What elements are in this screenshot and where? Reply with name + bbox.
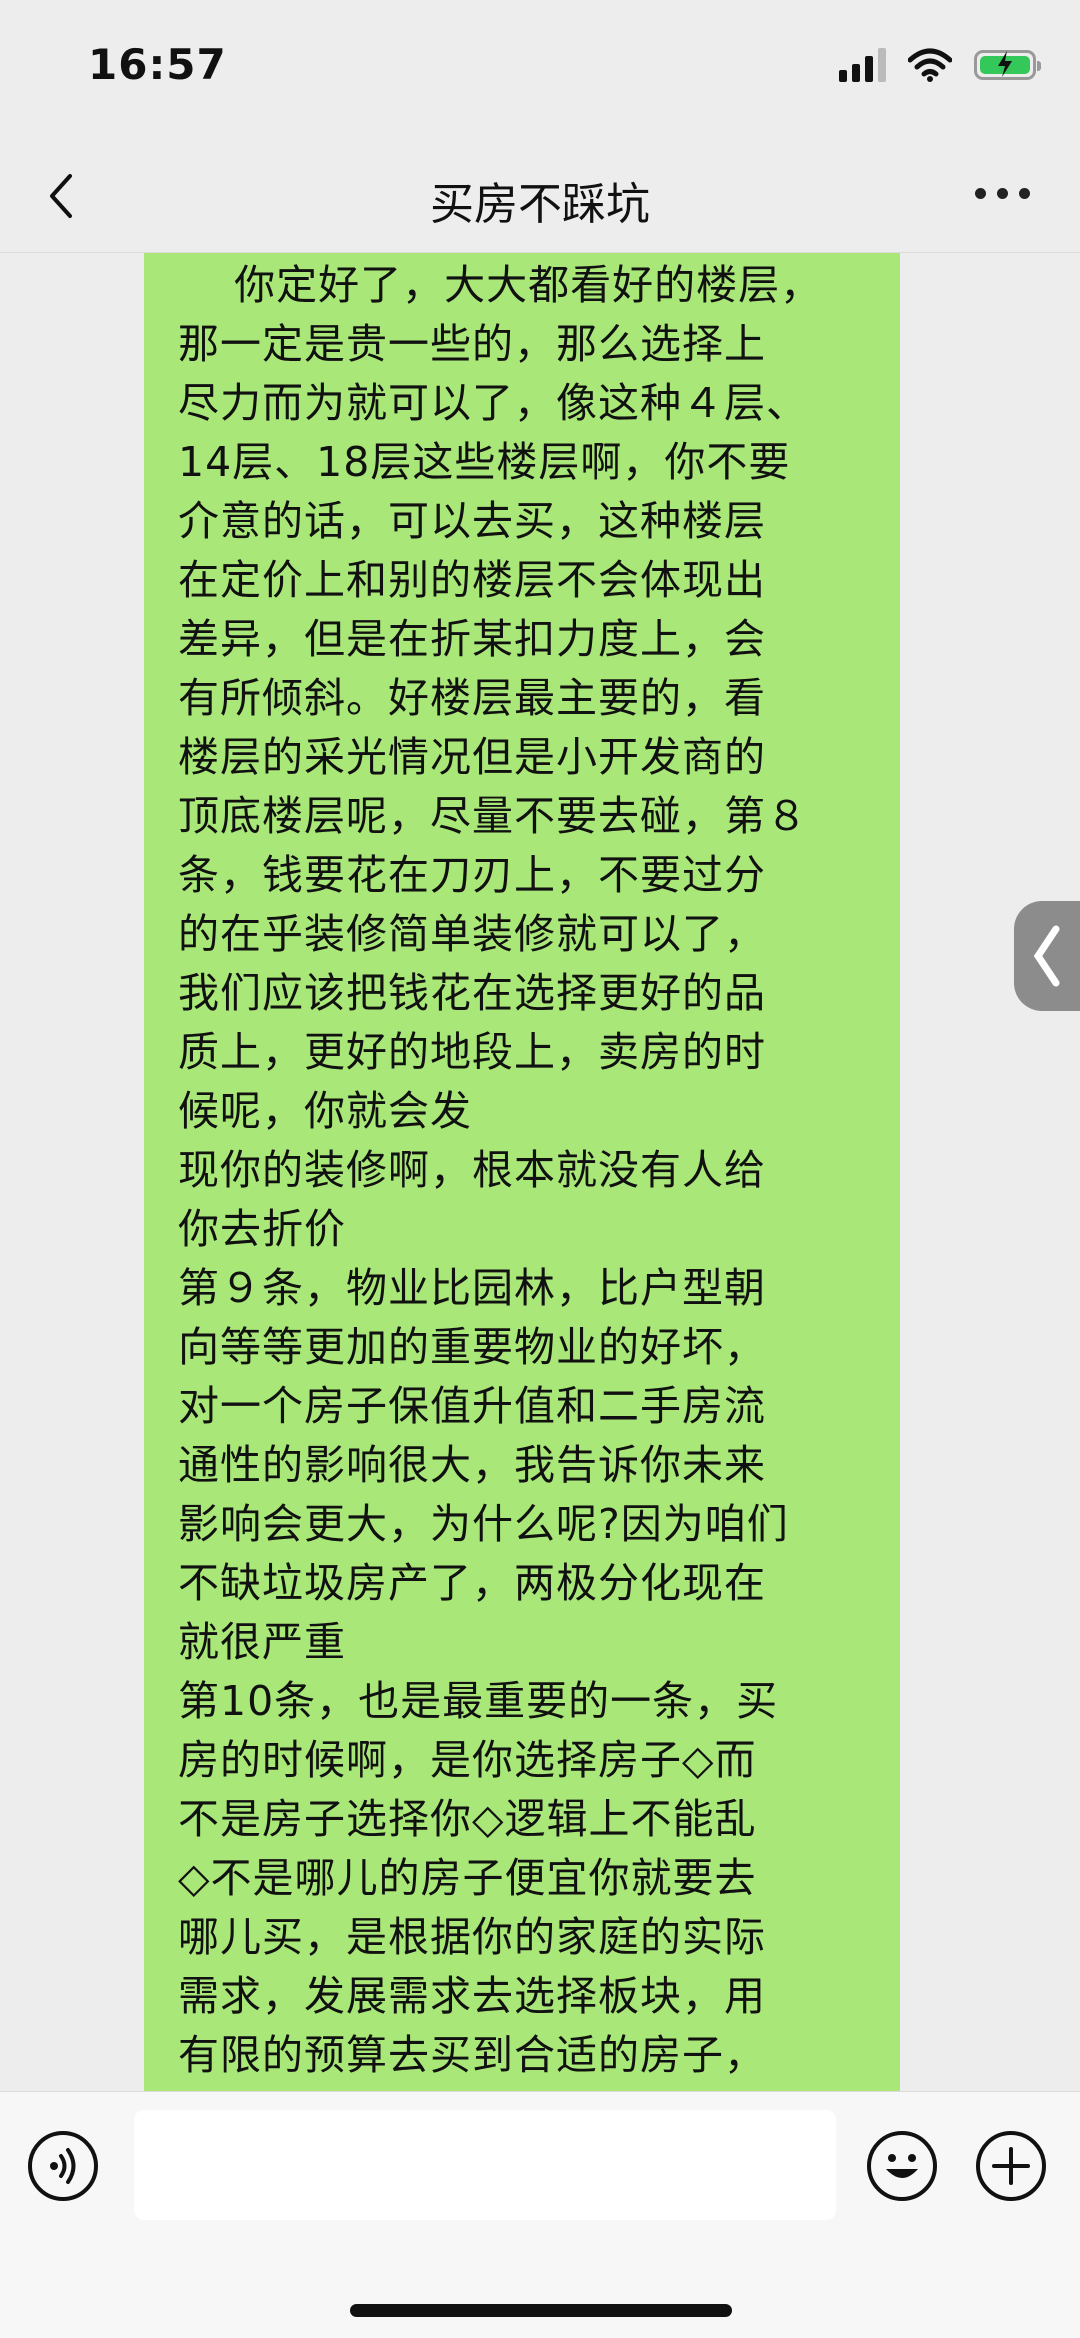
chat-area[interactable]: 你定好了，大大都看好的楼层， 那一定是贵一些的，那么选择上 尽力而为就可以了，像…: [0, 253, 1080, 2091]
more-dots-icon[interactable]: [975, 188, 1030, 199]
battery-fill: [980, 51, 1030, 77]
wifi-icon: [908, 48, 952, 82]
chevron-left-icon: [1033, 925, 1060, 987]
input-bar: [0, 2091, 1080, 2338]
home-indicator: [350, 2304, 732, 2317]
voice-icon[interactable]: [28, 2131, 98, 2201]
status-bar: 16:57: [0, 0, 1080, 140]
message-input[interactable]: [134, 2110, 836, 2220]
status-time: 16:57: [88, 40, 227, 89]
chat-title: 买房不踩坑: [430, 179, 650, 230]
cellular-signal-icon: [839, 48, 886, 82]
charging-bolt-icon: [998, 51, 1012, 77]
emoji-icon[interactable]: [867, 2131, 937, 2201]
battery-icon: [974, 50, 1041, 80]
message-text: 你定好了，大大都看好的楼层， 那一定是贵一些的，那么选择上 尽力而为就可以了，像…: [178, 261, 823, 2079]
message-bubble[interactable]: 你定好了，大大都看好的楼层， 那一定是贵一些的，那么选择上 尽力而为就可以了，像…: [144, 253, 900, 2091]
nav-bar: 买房不踩坑: [0, 140, 1080, 253]
plus-icon[interactable]: [976, 2131, 1046, 2201]
status-icons: [839, 48, 1041, 82]
side-collapse-tab[interactable]: [1014, 901, 1080, 1011]
